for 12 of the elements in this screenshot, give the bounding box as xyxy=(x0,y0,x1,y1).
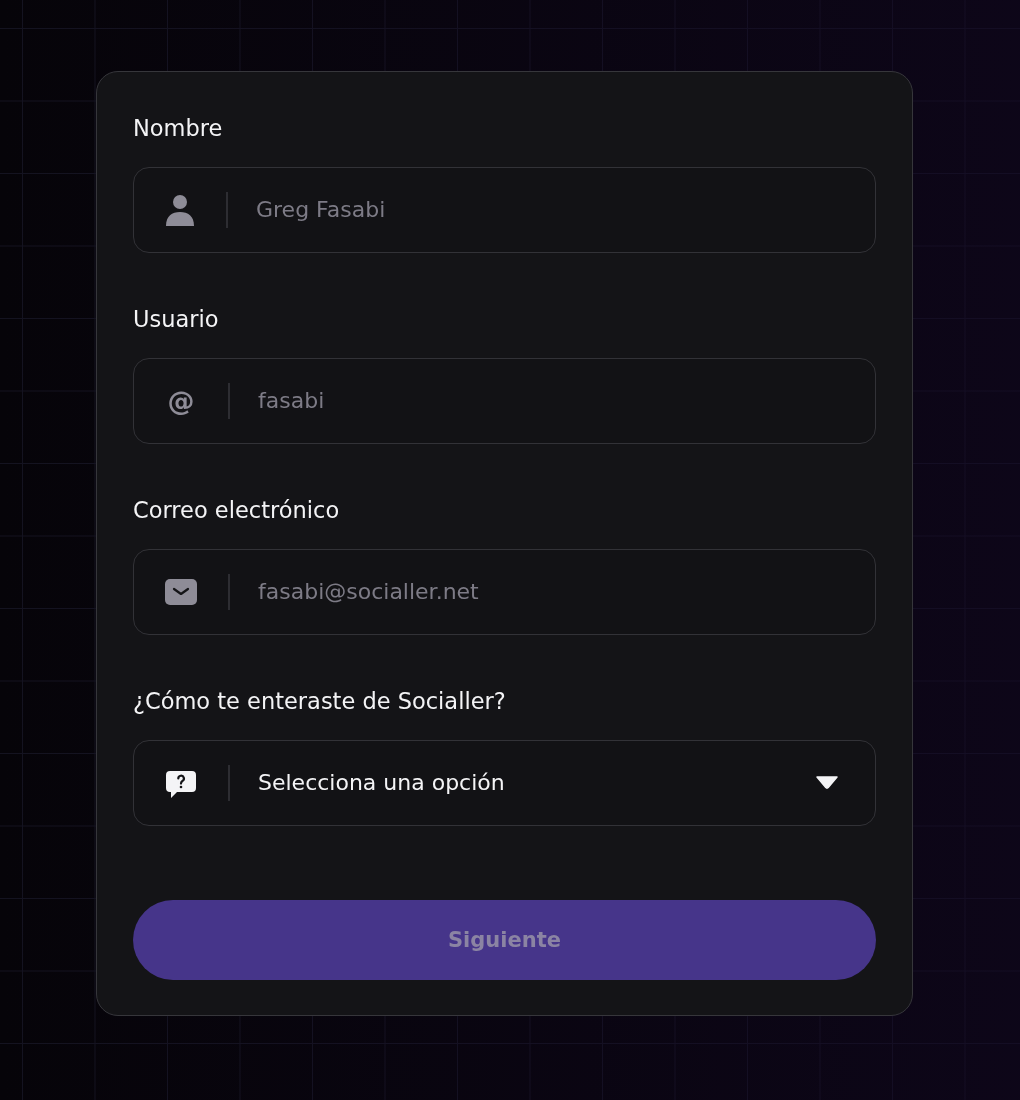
field-label: Usuario xyxy=(133,305,219,334)
field-label: Correo electrónico xyxy=(133,496,340,525)
person-icon xyxy=(165,194,195,226)
field-label: ¿Cómo te enteraste de Socialler? xyxy=(133,687,506,716)
field-label: Nombre xyxy=(133,114,223,143)
input-field[interactable]: Greg Fasabi xyxy=(133,167,876,253)
select-field[interactable]: Selecciona una opción xyxy=(133,740,876,826)
caret-icon xyxy=(815,776,839,790)
at-sign-prefix: @ xyxy=(166,384,196,418)
input-field[interactable]: @ fasabi xyxy=(133,358,876,444)
input-field[interactable]: fasabi@socialler.net xyxy=(133,549,876,635)
envelope-icon xyxy=(165,579,197,605)
